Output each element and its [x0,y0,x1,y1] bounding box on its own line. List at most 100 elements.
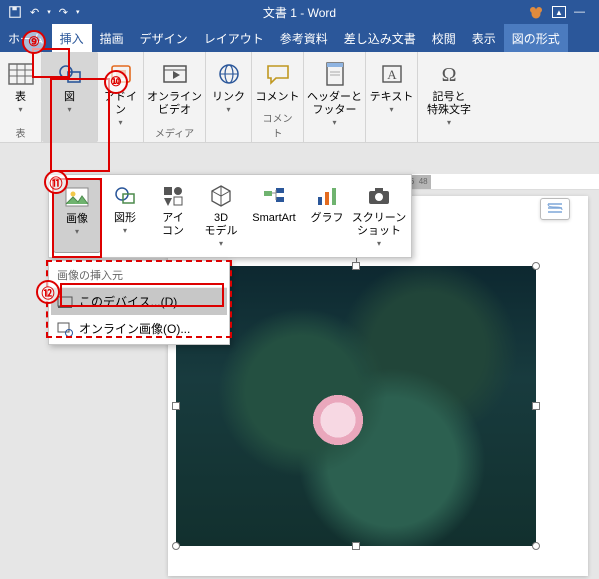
online-video-icon [161,60,189,88]
qat-customize-icon[interactable]: ▾ [76,8,80,16]
picture-caret-icon: ▾ [75,227,79,237]
online-video-button[interactable]: オンライン ビデオ [151,56,199,121]
tab-review[interactable]: 校閲 [424,24,464,52]
icons-label: アイ コン [162,212,184,238]
chart-label: グラフ [311,212,344,225]
online-video-label: オンライン ビデオ [147,91,202,117]
screenshot-label: スクリーン ショット [352,212,406,238]
addins-caret-icon: ▾ [118,118,122,128]
resize-handle[interactable] [172,542,180,550]
resize-handle[interactable] [352,262,360,270]
svg-text:A: A [387,67,397,82]
illustrations-label: 図 [64,91,75,104]
undo-icon[interactable]: ↶ [30,6,39,19]
3d-models-button[interactable]: 3D モデル ▾ [197,179,245,253]
header-footer-button[interactable]: ヘッダーと フッター ▾ [311,56,359,132]
tab-mailings[interactable]: 差し込み文書 [336,24,424,52]
resize-handle[interactable] [532,262,540,270]
account-icon[interactable] [528,4,544,20]
insert-picture-label: 画像 [66,213,88,226]
comment-group-label: コメント [258,110,297,140]
globe-image-icon [57,321,73,337]
table-caret-icon: ▾ [18,105,22,115]
insert-picture-submenu: 画像の挿入元 このデバイス...(D) オンライン画像(O)... [48,260,230,345]
quick-access-toolbar: ↶ ▾ ↷ ▾ [0,5,79,19]
lotus-image [176,266,536,546]
this-device-label: このデバイス...(D) [79,293,177,310]
header-footer-caret-icon: ▾ [332,118,336,128]
comment-label: コメント [256,91,300,104]
tab-design[interactable]: デザイン [132,24,196,52]
tab-home[interactable]: ホーム [0,24,52,52]
text-button[interactable]: A テキスト ▾ [368,56,416,119]
text-label: テキスト [370,91,414,104]
tab-picture-format[interactable]: 図の形式 [504,24,568,52]
link-caret-icon: ▾ [226,105,230,115]
comment-button[interactable]: コメント [254,56,302,108]
online-images-item[interactable]: オンライン画像(O)... [51,315,227,342]
ribbon-tabs: ホーム 挿入 描画 デザイン レイアウト 参考資料 差し込み文書 校閲 表示 図… [0,24,599,52]
save-icon[interactable] [8,5,22,19]
this-device-item[interactable]: このデバイス...(D) [51,288,227,315]
camera-icon [366,183,392,209]
text-caret-icon: ▾ [389,105,393,115]
screenshot-caret-icon: ▾ [377,239,381,249]
smartart-icon [261,183,287,209]
addins-label: アドイ ン [104,91,137,117]
tab-insert[interactable]: 挿入 [52,24,92,52]
table-button[interactable]: 表 ▾ [0,56,45,119]
ribbon-insert: 表 ▾ 表 図 ▾ アドイ ン ▾ オンライン ビデオ メディア リンク ▾ [0,52,599,143]
online-images-label: オンライン画像(O)... [79,320,190,337]
minimize-icon[interactable]: — [574,6,585,18]
resize-handle[interactable] [172,402,180,410]
addins-button[interactable]: アドイ ン ▾ [97,56,145,132]
title-bar: ↶ ▾ ↷ ▾ 文書 1 - Word ▲ — [0,0,599,24]
3d-models-label: 3D モデル [205,212,238,238]
3d-caret-icon: ▾ [219,239,223,249]
tab-references[interactable]: 参考資料 [272,24,336,52]
table-label: 表 [15,91,26,104]
resize-handle[interactable] [532,402,540,410]
layout-options-button[interactable] [540,198,570,220]
symbols-label: 記号と 特殊文字 [427,91,471,117]
table-group-label: 表 [16,125,26,140]
omega-icon: Ω [435,60,463,88]
ruler-tick: 48 [419,177,428,186]
chart-button[interactable]: グラフ [303,179,351,253]
tab-view[interactable]: 表示 [464,24,504,52]
link-button[interactable]: リンク ▾ [205,56,253,119]
addins-icon [107,60,135,88]
picture-icon [64,184,90,210]
icons-button[interactable]: アイ コン [149,179,197,253]
table-icon [7,60,35,88]
link-icon [215,60,243,88]
tab-draw[interactable]: 描画 [92,24,132,52]
header-footer-icon [321,60,349,88]
redo-icon[interactable]: ↷ [59,6,68,19]
illustrations-caret-icon: ▾ [67,105,71,115]
textbox-icon: A [378,60,406,88]
shapes-label: 図形 [114,212,136,225]
media-group-label: メディア [155,125,194,140]
illustrations-gallery: 画像 ▾ 図形 ▾ アイ コン 3D モデル ▾ SmartArt グラフ スク… [48,174,412,258]
shapes-button[interactable]: 図形 ▾ [101,179,149,253]
smartart-label: SmartArt [252,212,295,225]
screenshot-button[interactable]: スクリーン ショット ▾ [351,179,407,253]
symbols-button[interactable]: Ω 記号と 特殊文字 ▾ [425,56,473,132]
resize-handle[interactable] [352,542,360,550]
selected-picture[interactable] [176,266,536,546]
svg-text:Ω: Ω [442,64,457,86]
header-footer-label: ヘッダーと フッター [307,91,362,117]
undo-caret-icon[interactable]: ▾ [47,8,51,16]
smartart-button[interactable]: SmartArt [245,179,303,253]
tab-layout[interactable]: レイアウト [196,24,272,52]
shapes-outline-icon [56,60,84,88]
link-label: リンク [212,91,245,104]
ribbon-display-icon[interactable]: ▲ [552,6,566,18]
insert-picture-button[interactable]: 画像 ▾ [53,179,101,253]
illustrations-button[interactable]: 図 ▾ [46,56,94,119]
shapes-caret-icon: ▾ [123,226,127,236]
cube-icon [208,183,234,209]
resize-handle[interactable] [532,542,540,550]
comment-icon [264,60,292,88]
